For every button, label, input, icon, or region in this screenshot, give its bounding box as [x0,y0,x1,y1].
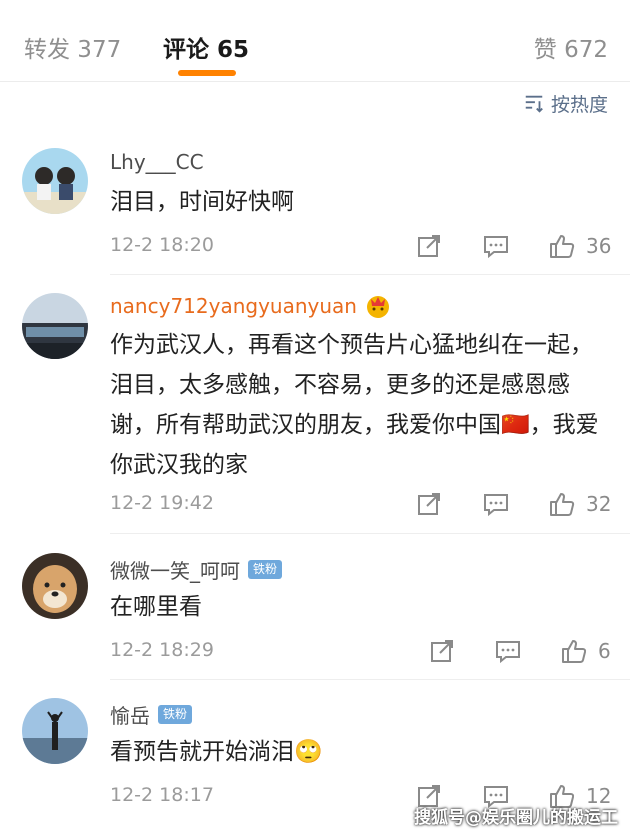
divider [110,679,630,680]
username[interactable]: Lhy___CC [110,150,204,174]
tab-reposts[interactable]: 转发 377 [24,30,121,64]
comment-tabs: 转发 377 评论 65 赞 672 [0,0,630,82]
like-button[interactable]: 36 [548,232,611,260]
divider [110,274,630,275]
fan-badge: 铁粉 [158,705,193,724]
reply-button[interactable] [482,490,510,518]
avatar[interactable] [22,698,88,764]
comment-text: 在哪里看 [110,594,202,620]
comment-icon [484,494,508,517]
thumbs-up-icon [550,235,575,258]
timestamp: 12-2 18:17 [110,784,214,806]
sort-icon [525,95,543,113]
share-button[interactable] [415,232,443,260]
share-icon [418,493,440,515]
like-count: 6 [598,639,611,663]
comment-text: 作为武汉人，再看这个预告片心猛地纠在一起，泪目，太多感触，不容易，更多的还是感恩… [110,332,599,478]
divider [110,533,630,534]
thumbs-up-icon [562,640,587,663]
avatar[interactable] [22,553,88,619]
share-icon [418,235,440,257]
fan-badge: 铁粉 [248,560,283,579]
username[interactable]: nancy712yangyuanyuan [110,294,357,318]
avatar[interactable] [22,293,88,359]
thumbs-up-icon [550,493,575,516]
share-button[interactable] [415,490,443,518]
reply-button[interactable] [494,637,522,665]
share-button[interactable] [428,637,456,665]
reply-button[interactable] [482,232,510,260]
share-icon [431,640,453,662]
vip-crown-emoji-icon [366,296,389,318]
like-button[interactable]: 6 [560,637,611,665]
username[interactable]: 微微一笑_呵呵 [110,555,240,584]
sort-label: 按热度 [550,94,608,116]
timestamp: 12-2 19:42 [110,492,214,514]
username[interactable]: 愉岳 [110,700,150,729]
timestamp: 12-2 18:29 [110,639,214,661]
comment-icon [496,641,520,664]
tab-comments[interactable]: 评论 65 [163,30,249,64]
tab-likes[interactable]: 赞 672 [534,30,608,64]
like-count: 32 [586,492,612,516]
like-count: 36 [586,234,612,258]
active-tab-indicator [178,70,236,76]
comment-icon [484,236,508,259]
comment-text: 泪目，时间好快啊 [110,189,294,215]
source-watermark: 搜狐号@娱乐圈儿的搬运工 [414,808,618,828]
like-button[interactable]: 32 [548,490,611,518]
timestamp: 12-2 18:20 [110,234,214,256]
sort-by-hotness-button[interactable]: 按热度 [523,90,608,117]
avatar[interactable] [22,148,88,214]
comment-text: 看预告就开始淌泪🙄 [110,739,323,765]
